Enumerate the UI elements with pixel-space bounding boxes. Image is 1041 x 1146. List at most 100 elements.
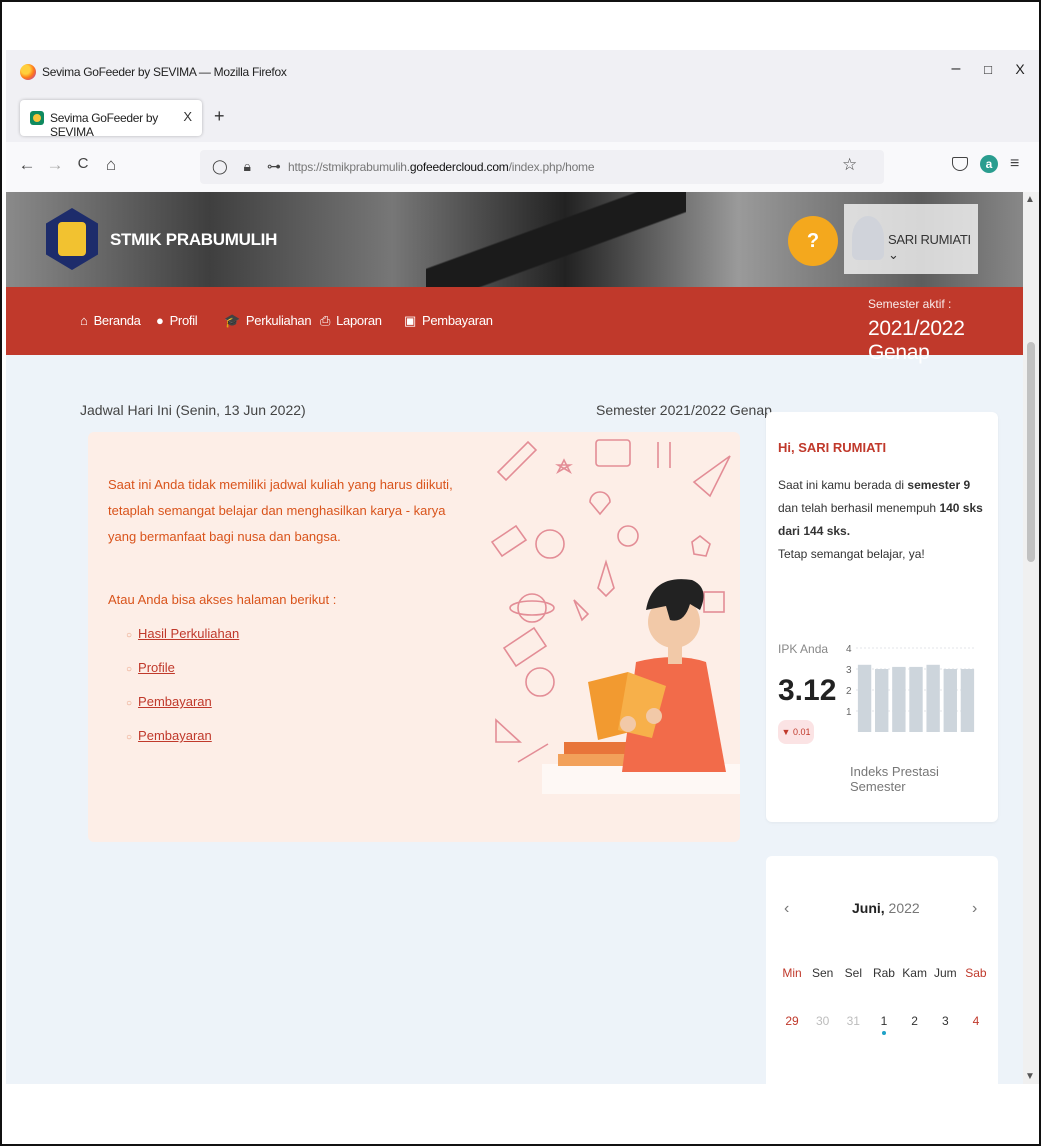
maximize-button[interactable]: □ xyxy=(976,62,1000,77)
schedule-title: Jadwal Hari Ini (Senin, 13 Jun 2022) xyxy=(80,402,306,418)
calendar-day[interactable]: 3 xyxy=(931,1014,959,1028)
user-menu[interactable]: SARI RUMIATI ⌄ xyxy=(844,204,978,274)
firefox-window: Sevima GoFeeder by SEVIMA — Mozilla Fire… xyxy=(6,50,1039,1084)
hamburger-menu-icon[interactable]: ≡ xyxy=(1010,155,1019,173)
progress-text: Saat ini kamu berada di semester 9 dan t… xyxy=(778,478,983,561)
calendar-day[interactable]: 30 xyxy=(809,1014,837,1028)
y-tick-label: 4 xyxy=(846,644,852,655)
url-bar[interactable]: ◯ 🔒︎ ⊶ https://stmikprabumulih.gofeederc… xyxy=(200,150,884,184)
help-icon[interactable]: ? xyxy=(788,216,838,266)
menu-perkuliahan[interactable]: 🎓 Perkuliahan xyxy=(224,313,312,329)
reload-button[interactable]: C xyxy=(72,155,94,172)
tab-strip: Sevima GoFeeder by SEVIMA X + xyxy=(6,92,1039,142)
site-name[interactable]: STMIK PRABUMULIH xyxy=(110,230,277,250)
gpa-bar[interactable] xyxy=(909,666,923,732)
student-summary-card: Hi, SARI RUMIATI Saat ini kamu berada di… xyxy=(766,412,998,822)
user-name: SARI RUMIATI ⌄ xyxy=(888,232,971,262)
no-schedule-message: Saat ini Anda tidak memiliki jadwal kuli… xyxy=(108,477,453,544)
scroll-down-icon[interactable]: ▼ xyxy=(1025,1071,1035,1082)
main-menu-bar: ⌂ Beranda ● Profil 🎓 Perkuliahan ⎙ Laporan ▣… xyxy=(6,287,1023,364)
scroll-up-icon[interactable]: ▲ xyxy=(1025,194,1035,205)
weekday: Sen xyxy=(811,966,834,980)
printer-icon: ⎙ xyxy=(320,313,331,328)
tab-gofeeder[interactable]: Sevima GoFeeder by SEVIMA X xyxy=(20,100,202,139)
menu-pembayaran[interactable]: ▣ Pembayaran xyxy=(404,313,493,329)
user-icon: ● xyxy=(156,313,164,328)
calendar-prev-button[interactable]: ‹ xyxy=(784,900,789,918)
ipk-label: IPK Anda xyxy=(778,642,829,656)
gpa-bar[interactable] xyxy=(960,669,975,732)
y-tick-label: 2 xyxy=(846,686,852,697)
link-hasil-perkuliahan[interactable]: Hasil Perkuliahan xyxy=(138,626,239,641)
campus-logo xyxy=(46,208,98,270)
back-button[interactable]: ← xyxy=(16,155,38,175)
calendar-next-button[interactable]: › xyxy=(972,900,977,918)
bullet-icon: ○ xyxy=(126,732,133,743)
home-button[interactable]: ⌂ xyxy=(100,155,122,175)
chart-caption: Indeks Prestasi Semester xyxy=(850,764,939,794)
tab-title: Sevima GoFeeder by SEVIMA xyxy=(50,111,158,139)
weekday: Jum xyxy=(933,966,957,980)
greeting: Hi, SARI RUMIATI xyxy=(778,440,887,455)
calendar-day[interactable]: 1 xyxy=(870,1014,898,1035)
weekday: Kam xyxy=(902,966,927,980)
student-reading-illustration xyxy=(490,439,740,794)
header-banner: STMIK PRABUMULIH ? SARI RUMIATI ⌄ xyxy=(6,192,1023,287)
list-item: ○ Profile xyxy=(126,660,239,694)
menu-label: Pembayaran xyxy=(421,313,493,328)
menu-profil[interactable]: ● Profil xyxy=(156,313,198,328)
gpa-bar[interactable] xyxy=(857,664,872,732)
list-item: ○ Hasil Perkuliahan xyxy=(126,626,239,660)
bullet-icon: ○ xyxy=(126,698,133,709)
extension-icon[interactable]: a xyxy=(980,155,998,173)
y-tick-label: 1 xyxy=(846,707,852,718)
gpa-bar[interactable] xyxy=(926,664,940,732)
title-bar: Sevima GoFeeder by SEVIMA — Mozilla Fire… xyxy=(6,50,1039,92)
ipk-delta-badge: ▼ 0.01 xyxy=(778,720,814,744)
schedule-card: Saat ini Anda tidak memiliki jadwal kuli… xyxy=(88,432,740,842)
close-window-button[interactable]: X xyxy=(1008,61,1032,77)
pocket-icon[interactable] xyxy=(952,157,968,171)
gpa-bar[interactable] xyxy=(892,666,906,732)
calendar-day[interactable]: 31 xyxy=(839,1014,867,1028)
page-content: STMIK PRABUMULIH ? SARI RUMIATI ⌄ ⌂ Beran… xyxy=(6,192,1023,1084)
menu-label: Profil xyxy=(169,313,198,328)
weekday: Sab xyxy=(965,966,987,980)
window-title: Sevima GoFeeder by SEVIMA — Mozilla Fire… xyxy=(42,65,287,79)
bullet-icon: ○ xyxy=(126,664,133,675)
graduation-cap-icon: 🎓 xyxy=(224,313,240,328)
gpa-bar[interactable] xyxy=(943,669,957,732)
calendar-day[interactable]: 2 xyxy=(901,1014,929,1028)
link-pembayaran[interactable]: Pembayaran xyxy=(138,694,212,709)
y-tick-label: 3 xyxy=(846,665,852,676)
minimize-button[interactable]: – xyxy=(944,60,968,78)
menu-laporan[interactable]: ⎙ Laporan xyxy=(320,313,382,329)
forward-button[interactable]: → xyxy=(44,155,66,175)
new-tab-button[interactable]: + xyxy=(214,106,225,127)
menu-label: Beranda xyxy=(93,313,141,328)
list-item: ○ Pembayaran xyxy=(126,728,239,762)
menu-beranda[interactable]: ⌂ Beranda xyxy=(80,313,141,328)
url-text[interactable]: https://stmikprabumulih.gofeedercloud.co… xyxy=(288,160,595,174)
gpa-bar[interactable] xyxy=(875,669,889,732)
active-semester-value: 2021/2022 Genap xyxy=(868,317,965,364)
home-icon: ⌂ xyxy=(80,313,88,328)
calendar-day[interactable]: 29 xyxy=(778,1014,806,1028)
link-pembayaran-2[interactable]: Pembayaran xyxy=(138,728,212,743)
avatar xyxy=(852,216,884,260)
weekday: Sel xyxy=(844,966,862,980)
tab-close-icon[interactable]: X xyxy=(183,109,192,124)
site-favicon-icon xyxy=(30,111,44,125)
calendar-card: ‹ Juni, 2022 › Min Sen Sel Rab Kam Jum S… xyxy=(766,856,998,1084)
screenshot-frame: Sevima GoFeeder by SEVIMA — Mozilla Fire… xyxy=(0,0,1041,1146)
bookmark-star-icon[interactable]: ☆ xyxy=(842,155,857,175)
menu-label: Perkuliahan xyxy=(245,313,312,328)
link-profile[interactable]: Profile xyxy=(138,660,175,675)
calendar-day[interactable]: 4 xyxy=(962,1014,990,1028)
ipk-value: 3.12 xyxy=(778,674,837,707)
list-item: ○ Pembayaran xyxy=(126,694,239,728)
bullet-icon: ○ xyxy=(126,630,133,641)
scroll-thumb[interactable] xyxy=(1027,342,1035,562)
page-scrollbar[interactable]: ▲ ▼ xyxy=(1023,192,1039,1084)
schedule-semester: Semester 2021/2022 Genap xyxy=(596,402,772,418)
